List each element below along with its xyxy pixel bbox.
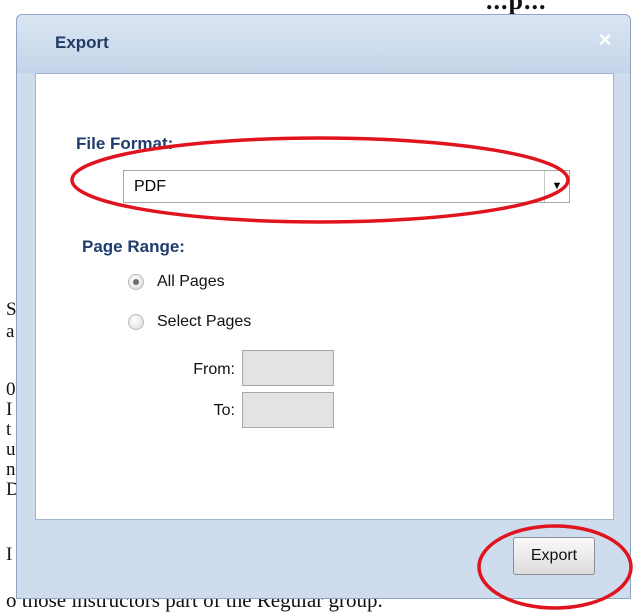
export-options-panel: File Format: PDF ▼ Page Range: All Pages…: [35, 73, 614, 520]
background-fragment: u: [6, 439, 16, 460]
background-fragment: I: [6, 399, 13, 420]
export-dialog: Export × File Format: PDF ▼ Page Range: …: [16, 14, 631, 599]
to-label: To:: [213, 402, 235, 419]
close-icon[interactable]: ×: [594, 29, 616, 51]
background-fragment: a: [6, 321, 15, 342]
from-label: From:: [193, 361, 235, 378]
background-fragment: n: [6, 459, 16, 480]
from-page-input[interactable]: [242, 350, 334, 386]
file-format-label: File Format:: [76, 134, 174, 153]
file-format-select[interactable]: PDF ▼: [123, 170, 570, 203]
export-button[interactable]: Export: [513, 537, 595, 575]
dropdown-arrow-icon[interactable]: ▼: [544, 171, 569, 202]
background-fragment: S: [6, 299, 17, 320]
background-fragment: 0: [6, 379, 16, 400]
file-format-value: PDF: [134, 178, 166, 195]
background-fragment: I: [6, 544, 13, 565]
radio-label-select-pages: Select Pages: [157, 313, 252, 330]
background-fragment: t: [6, 419, 12, 440]
dialog-titlebar[interactable]: Export ×: [17, 15, 630, 73]
page-range-label: Page Range:: [82, 237, 185, 256]
radio-button-unchecked[interactable]: [128, 314, 144, 330]
to-page-input[interactable]: [242, 392, 334, 428]
dialog-title: Export: [55, 33, 109, 52]
radio-button-checked[interactable]: [128, 274, 144, 290]
radio-label-all-pages: All Pages: [157, 273, 225, 290]
